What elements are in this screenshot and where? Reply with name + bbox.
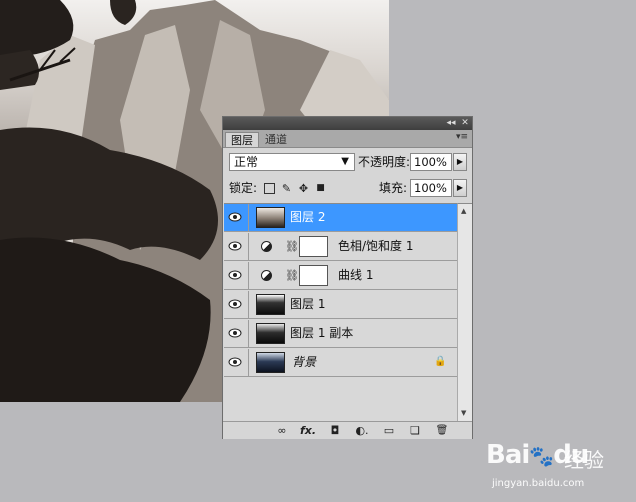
layer-mask-thumbnail [299,265,328,286]
close-panel-button[interactable]: ✕ [459,118,471,129]
eye-icon[interactable] [228,328,242,338]
layer-thumbnail [256,352,285,373]
delete-layer-icon[interactable]: 🗑 [434,424,450,437]
new-adjustment-layer-icon[interactable]: ◐. [353,424,371,437]
row-separator [248,320,249,347]
blend-mode-select[interactable]: 正常 ▼ [229,153,355,171]
eye-icon[interactable] [228,270,242,280]
lock-label: 锁定: [229,181,258,195]
layer-list-scrollbar[interactable]: ▲ ▼ [457,203,472,422]
layer-row-layer-1-copy[interactable]: 图层 1 副本 [224,320,457,348]
lock-all-icon[interactable]: ■ [315,183,326,194]
fill-input[interactable]: 100% [410,179,452,197]
layer-thumbnail [256,323,285,344]
layer-thumbnail [256,294,285,315]
collapse-panel-button[interactable]: ◂◂ [445,118,457,129]
adjustment-layer-icon [261,241,272,252]
blend-mode-value: 正常 [234,155,259,169]
layer-row-layer-1[interactable]: 图层 1 [224,291,457,319]
link-layers-icon[interactable]: ∞ [273,424,291,437]
link-chain-icon: ⛓ [285,269,299,282]
row-separator [248,349,249,376]
opacity-input[interactable]: 100% [410,153,452,171]
tab-layers[interactable]: 图层 [225,132,259,147]
new-layer-icon[interactable]: ❏ [407,424,423,437]
layers-toolbar: ∞ fx. ◘ ◐. ▭ ❏ 🗑 [223,421,472,439]
row-separator [248,291,249,318]
layers-panel: ◂◂ ✕ 图层 通道 ▾≡ 正常 ▼ 不透明度: 100% ▶ 锁定: ✎ ✥ … [222,116,473,439]
layer-row-hue-saturation-1[interactable]: ⛓ 色相/饱和度 1 [224,233,457,261]
tab-channels[interactable]: 通道 [260,132,292,147]
watermark-url: jingyan.baidu.com [492,478,585,489]
watermark-jingyan: 经验 [564,448,604,472]
layer-thumbnail [256,207,285,228]
eye-icon[interactable] [228,212,242,222]
row-separator [248,204,249,231]
chevron-down-icon: ▼ [341,156,349,167]
scroll-up-arrow[interactable]: ▲ [461,207,466,215]
layer-name[interactable]: 图层 1 [290,291,325,318]
adjustment-layer-icon [261,270,272,281]
new-group-folder-icon[interactable]: ▭ [381,424,397,437]
row-separator [248,233,249,260]
fill-slider-button[interactable]: ▶ [453,179,467,197]
eye-icon[interactable] [228,357,242,367]
link-chain-icon: ⛓ [285,240,299,253]
layer-name[interactable]: 色相/饱和度 1 [338,233,414,260]
eye-icon[interactable] [228,241,242,251]
panel-titlebar[interactable]: ◂◂ ✕ [223,117,472,130]
scroll-down-arrow[interactable]: ▼ [461,409,466,417]
layer-name[interactable]: 图层 2 [290,204,325,231]
layer-row-curves-1[interactable]: ⛓ 曲线 1 [224,262,457,290]
layer-name[interactable]: 曲线 1 [338,262,373,289]
row-separator [248,262,249,289]
panel-tabs: 图层 通道 ▾≡ [223,130,472,148]
layer-name[interactable]: 背景 [292,349,316,376]
opacity-slider-button[interactable]: ▶ [453,153,467,171]
layer-style-fx-icon[interactable]: fx. [299,424,317,437]
add-mask-icon[interactable]: ◘ [327,424,343,437]
lock-transparent-icon[interactable] [264,183,275,194]
watermark-logo: Bai🐾du 经验 jingyan.baidu.com [486,432,634,502]
layer-mask-thumbnail [299,236,328,257]
layer-name[interactable]: 图层 1 副本 [290,320,353,347]
layer-row-layer-2[interactable]: 图层 2 [224,204,457,232]
layer-list: 图层 2 ⛓ 色相/饱和度 1 ⛓ 曲线 1 图层 1 图层 1 副本 背景 🔒 [224,203,457,422]
lock-move-icon[interactable]: ✥ [298,183,309,194]
eye-icon[interactable] [228,299,242,309]
fill-label: 填充: [379,181,408,195]
lock-brush-icon[interactable]: ✎ [281,183,292,194]
lock-icon: 🔒 [434,356,447,367]
opacity-label: 不透明度: [358,155,411,169]
layer-row-background[interactable]: 背景 🔒 [224,349,457,377]
panel-menu-icon[interactable]: ▾≡ [456,132,468,142]
